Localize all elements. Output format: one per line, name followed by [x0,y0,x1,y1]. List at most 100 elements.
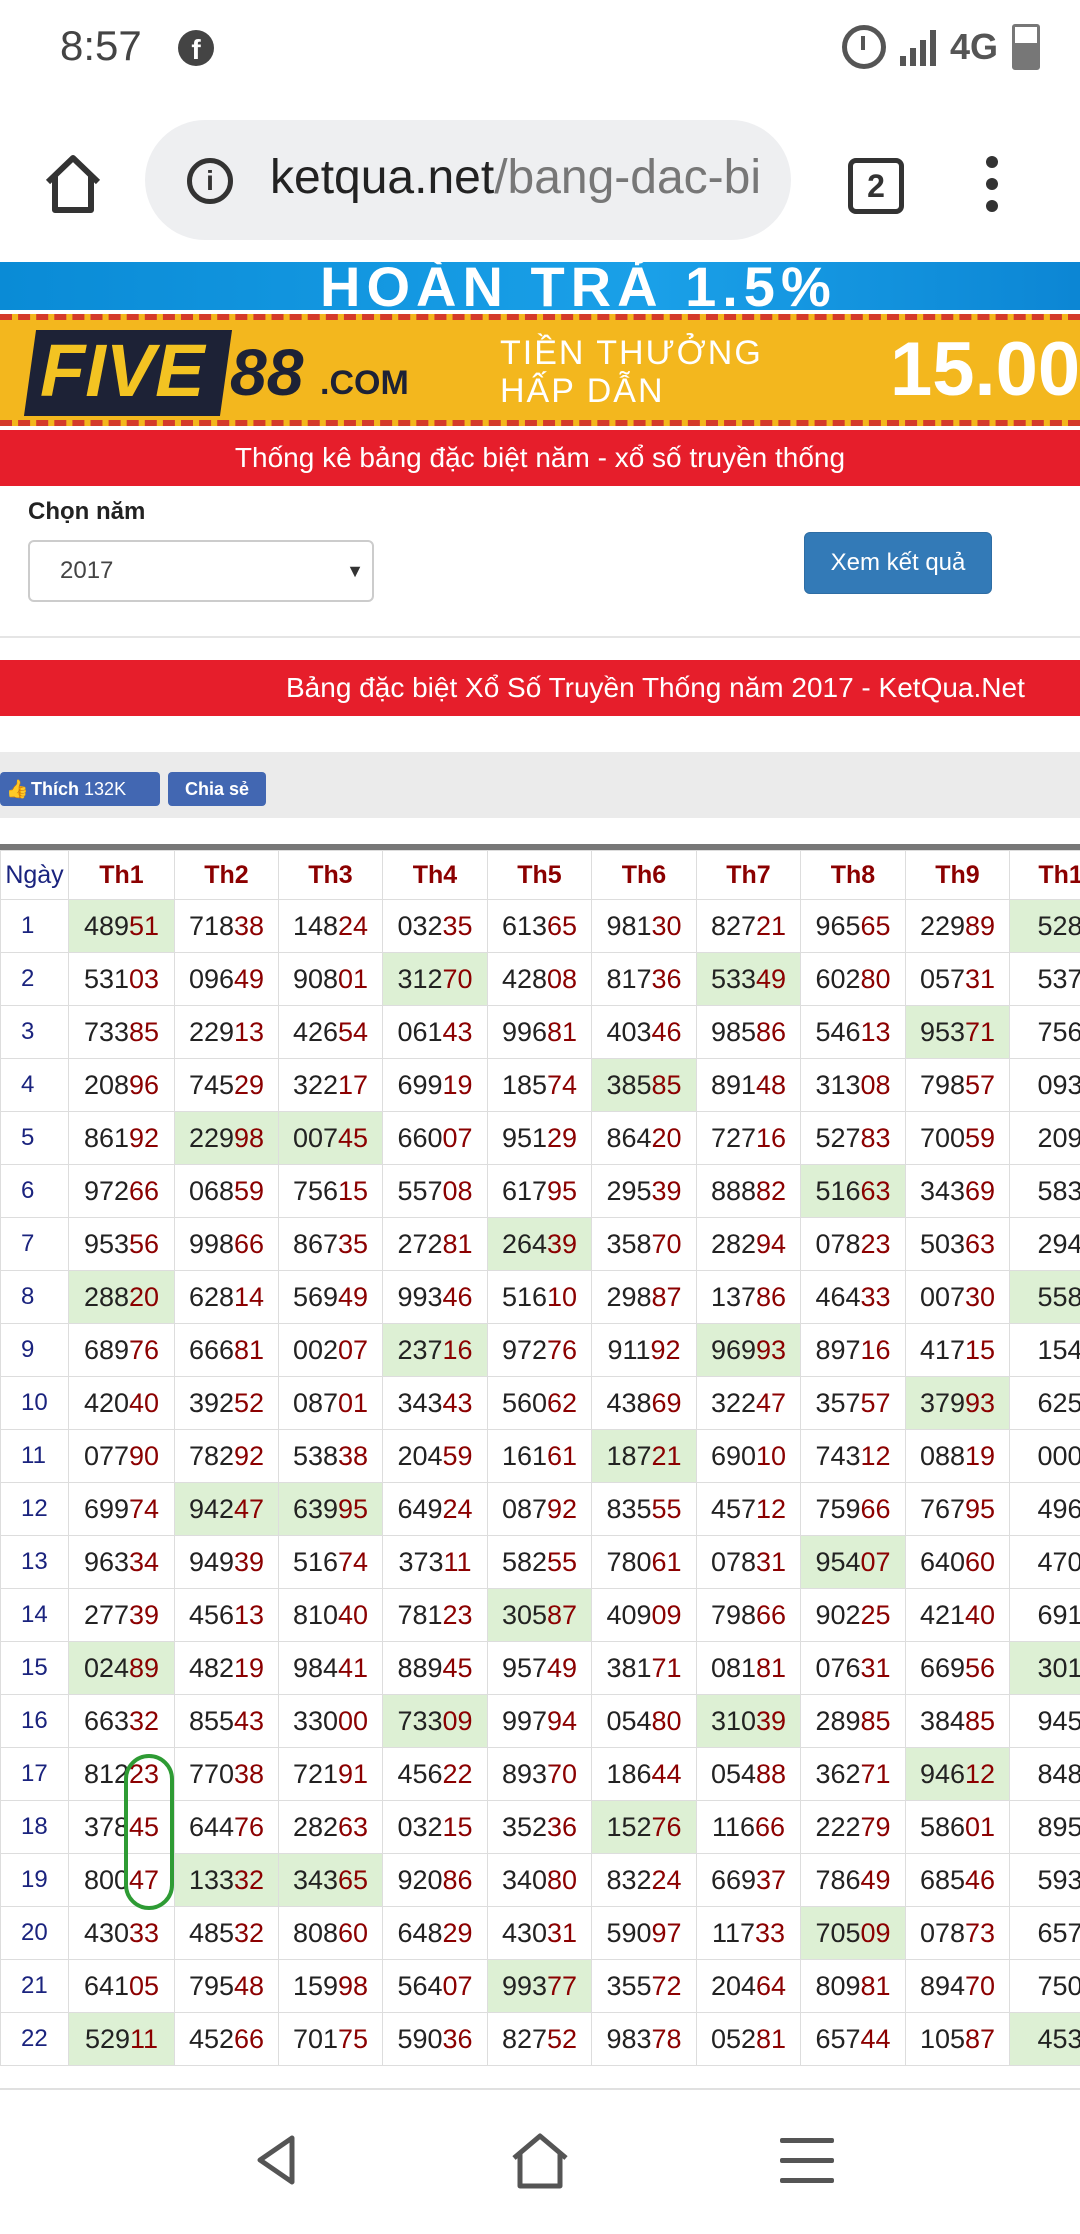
result-cell: 02489 [69,1642,175,1695]
day-cell: 20 [1,1907,69,1960]
day-cell: 1 [1,900,69,953]
home-icon[interactable] [38,148,108,218]
result-cell: 95407 [801,1536,906,1589]
facebook-notification-icon: f [178,30,214,66]
result-cell: 96565 [801,900,906,953]
result-cell: 20464 [697,1960,801,2013]
result-cell: 82752 [488,2013,592,2066]
result-cell: 1543 [1010,1324,1080,1377]
ad-banner-five88[interactable]: FIVE 88 .COM TIỀN THƯỞNG HẤP DẪN 15.00 [0,314,1080,426]
table-row: 1980047133323436592086340808322466937786… [1,1854,1080,1907]
url-text[interactable]: ketqua.net/bang-dac-bi [270,150,780,205]
result-cell: 31039 [697,1695,801,1748]
result-cell: 48219 [175,1642,279,1695]
result-cell: 66007 [383,1112,488,1165]
table-row: 2531030964990801312704280881736533496028… [1,953,1080,1006]
day-cell: 15 [1,1642,69,1695]
result-cell: 73309 [383,1695,488,1748]
result-cell: 83224 [592,1854,697,1907]
result-cell: 10587 [906,2013,1010,2066]
five88-logo-number: 88 [230,334,303,410]
five88-logo-text: FIVE [40,328,204,413]
nav-home-icon[interactable] [508,2128,572,2192]
result-cell: 42808 [488,953,592,1006]
browser-toolbar: i ketqua.net/bang-dac-bi 2 [0,100,1080,260]
result-cell: 35870 [592,1218,697,1271]
result-cell: 74529 [175,1059,279,1112]
result-cell: 35236 [488,1801,592,1854]
column-header-month: Th3 [279,851,383,900]
result-cell: 28820 [69,1271,175,1324]
day-cell: 18 [1,1801,69,1854]
table-header-row: NgàyTh1Th2Th3Th4Th5Th6Th7Th8Th9Th10 [1,851,1080,900]
result-cell: 42040 [69,1377,175,1430]
table-row: 3733852291342654061439968140346985865461… [1,1006,1080,1059]
day-cell: 21 [1,1960,69,2013]
result-cell: 92086 [383,1854,488,1907]
result-cell: 15998 [279,1960,383,2013]
result-cell: 75966 [801,1483,906,1536]
facebook-like-button[interactable]: 👍 Thích 132K [0,772,160,806]
result-cell: 05731 [906,953,1010,1006]
result-cell: 51610 [488,1271,592,1324]
table-row: 6972660685975615557086179529539888825166… [1,1165,1080,1218]
ad-banner-top[interactable]: HOÀN TRẢ 1.5% [0,262,1080,310]
info-icon[interactable]: i [187,158,233,204]
result-cell: 08792 [488,1483,592,1536]
result-cell: 5370 [1010,953,1080,1006]
result-cell: 82721 [697,900,801,953]
overflow-menu-icon[interactable] [986,156,998,216]
day-cell: 6 [1,1165,69,1218]
result-cell: 41715 [906,1324,1010,1377]
url-host: ketqua.net [270,151,494,204]
year-select[interactable]: 2017 ▼ [28,540,374,602]
results-table: NgàyTh1Th2Th3Th4Th5Th6Th7Th8Th9Th10 1489… [0,850,1080,2066]
result-cell: 35572 [592,1960,697,2013]
url-path: /bang-dac-bi [494,151,761,204]
result-cell: 0009 [1010,1430,1080,1483]
result-cell: 73385 [69,1006,175,1059]
result-cell: 68976 [69,1324,175,1377]
view-results-button[interactable]: Xem kết quả [804,532,992,594]
result-cell: 09649 [175,953,279,1006]
result-cell: 79866 [697,1589,801,1642]
result-cell: 80981 [801,1960,906,2013]
result-cell: 31308 [801,1059,906,1112]
results-table-container[interactable]: NgàyTh1Th2Th3Th4Th5Th6Th7Th8Th9Th10 1489… [0,844,1080,2090]
result-cell: 18574 [488,1059,592,1112]
result-cell: 98441 [279,1642,383,1695]
back-icon[interactable] [246,2130,306,2190]
result-cell: 7564 [1010,1006,1080,1059]
result-cell: 55708 [383,1165,488,1218]
recents-icon[interactable] [780,2138,834,2198]
result-cell: 16161 [488,1430,592,1483]
table-row: 1837845644762826303215352361527611666222… [1,1801,1080,1854]
result-cell: 13786 [697,1271,801,1324]
address-bar[interactable]: i ketqua.net/bang-dac-bi [145,120,791,240]
result-cell: 74312 [801,1430,906,1483]
result-cell: 18644 [592,1748,697,1801]
result-cell: 66332 [69,1695,175,1748]
result-cell: 96993 [697,1324,801,1377]
result-cell: 18721 [592,1430,697,1483]
result-cell: 5286 [1010,900,1080,953]
promo-line-1: TIỀN THƯỞNG [500,334,763,372]
result-cell: 95129 [488,1112,592,1165]
result-cell: 5830 [1010,1165,1080,1218]
result-cell: 96334 [69,1536,175,1589]
column-header-month: Th10 [1010,851,1080,900]
day-cell: 22 [1,2013,69,2066]
result-cell: 70059 [906,1112,1010,1165]
column-header-month: Th5 [488,851,592,900]
like-count: 132K [84,779,126,799]
tabs-icon[interactable]: 2 [848,158,904,214]
result-cell: 99794 [488,1695,592,1748]
result-cell: 5933 [1010,1854,1080,1907]
result-cell: 42654 [279,1006,383,1059]
result-cell: 07631 [801,1642,906,1695]
column-header-month: Th6 [592,851,697,900]
result-cell: 39252 [175,1377,279,1430]
facebook-share-button[interactable]: Chia sẻ [168,772,266,806]
result-cell: 72191 [279,1748,383,1801]
result-cell: 37993 [906,1377,1010,1430]
